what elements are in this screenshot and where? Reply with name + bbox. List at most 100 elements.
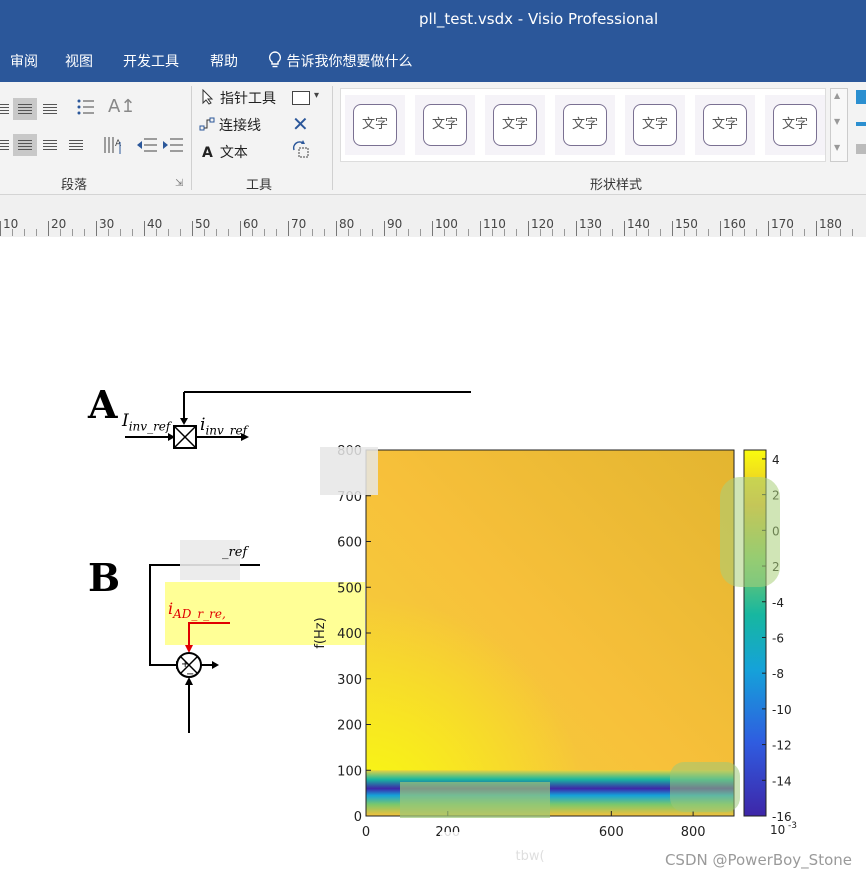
ruler-major-tick <box>816 221 817 236</box>
ruler-minor-tick <box>444 229 445 236</box>
colorbar-tick-label: 4 <box>772 453 780 467</box>
ruler-minor-tick <box>168 229 169 236</box>
menu-view[interactable]: 视图 <box>65 51 93 71</box>
style-swatch[interactable]: 文字 <box>485 95 545 155</box>
font-grow-icon: A↥ <box>108 96 136 117</box>
ruler-minor-tick <box>612 229 613 236</box>
style-swatch-label: 文字 <box>493 104 537 146</box>
close-tool-icon[interactable]: ✕ <box>292 112 309 136</box>
menu-review[interactable]: 审阅 <box>10 51 38 71</box>
colorbar-tick-label: -10 <box>772 703 792 717</box>
y-tick-label: 400 <box>337 627 362 642</box>
ruler-minor-tick <box>588 229 589 236</box>
decrease-indent-button[interactable] <box>135 134 159 156</box>
pointer-icon <box>202 88 214 105</box>
ruler-minor-tick <box>780 229 781 236</box>
x-tick-label: 800 <box>681 825 706 840</box>
panel-label-a: A <box>88 382 118 427</box>
text-direction-button[interactable]: A <box>101 134 125 156</box>
menu-developer[interactable]: 开发工具 <box>123 51 179 71</box>
tell-me-box[interactable]: 告诉我你想要做什么 <box>268 51 412 71</box>
align-top-left-button[interactable] <box>0 98 14 120</box>
ruler-minor-tick <box>264 229 265 236</box>
colorbar-tick-label: -4 <box>772 596 784 610</box>
drawing-canvas[interactable]: A Iinv_ref iinv_ref B + − _ref iAD_r_re, <box>0 237 866 877</box>
scroll-up-icon[interactable]: ▲ <box>834 91 840 100</box>
ruler-major-tick <box>576 221 577 236</box>
svg-text:A: A <box>115 139 122 149</box>
ruler-minor-tick <box>408 229 409 236</box>
font-size-button[interactable]: A↥ <box>108 96 136 118</box>
ruler-major-tick <box>720 221 721 236</box>
panel-label-b: B <box>88 555 121 600</box>
rectangle-tool-button[interactable] <box>292 91 310 105</box>
ruler-minor-tick <box>828 229 829 236</box>
ruler-minor-tick <box>660 229 661 236</box>
ruler-minor-tick <box>204 229 205 236</box>
ribbon-separator <box>191 86 192 190</box>
ruler-label: 80 <box>339 217 355 231</box>
ruler-minor-tick <box>228 229 229 236</box>
align-top-center-button[interactable] <box>13 98 37 120</box>
ruler-major-tick <box>0 221 1 236</box>
y-tick-label: 200 <box>337 719 362 734</box>
tell-me-text: 告诉我你想要做什么 <box>286 54 413 70</box>
text-tool-button[interactable]: A 文本 <box>202 142 248 162</box>
scroll-down-icon[interactable]: ▼ <box>834 117 840 126</box>
dialog-launcher-icon[interactable]: ⇲ <box>175 178 183 189</box>
gallery-scrollbar[interactable]: ▲ ▼ ▼ <box>830 88 848 162</box>
ruler-major-tick <box>336 221 337 236</box>
pointer-tool-button[interactable]: 指针工具 <box>201 88 276 108</box>
ruler-label: 70 <box>291 217 307 231</box>
connection-point-button[interactable] <box>291 140 311 164</box>
ruler-label: 100 <box>435 217 458 231</box>
style-swatch[interactable]: 文字 <box>415 95 475 155</box>
style-swatch[interactable]: 文字 <box>695 95 755 155</box>
text-tool-label: 文本 <box>219 145 248 161</box>
effects-icon[interactable] <box>856 144 866 154</box>
ruler-label: 180 <box>819 217 842 231</box>
menu-bar: 审阅 视图 开发工具 帮助 告诉我你想要做什么 <box>0 36 866 82</box>
a-input-label: Iinv_ref <box>122 411 170 433</box>
align-top-right-button[interactable] <box>38 98 62 120</box>
ruler-minor-tick <box>600 229 601 236</box>
align-center-button[interactable] <box>13 134 37 156</box>
b-ad-sub: AD_r_re, <box>173 607 226 622</box>
style-swatch-label: 文字 <box>423 104 467 146</box>
style-swatch[interactable]: 文字 <box>625 95 685 155</box>
connector-tool-label: 连接线 <box>219 118 261 134</box>
b-ref-label: _ref <box>222 545 248 560</box>
ruler-major-tick <box>528 221 529 236</box>
text-tool-icon: A <box>202 145 213 161</box>
line-color-icon[interactable] <box>856 122 866 126</box>
ruler-minor-tick <box>648 229 649 236</box>
title-bar: pll_test.vsdx - Visio Professional <box>0 0 866 36</box>
align-right-button[interactable] <box>38 134 62 156</box>
a-input-main: I <box>122 411 129 431</box>
ruler-minor-tick <box>360 229 361 236</box>
ruler-minor-tick <box>564 229 565 236</box>
y-tick-label: 500 <box>337 581 362 596</box>
bullet-list-icon <box>77 99 94 115</box>
style-swatch[interactable]: 文字 <box>345 95 405 155</box>
fill-color-icon[interactable] <box>856 90 866 104</box>
style-swatch[interactable]: 文字 <box>555 95 615 155</box>
shape-dropdown-icon[interactable]: ▾ <box>314 90 319 101</box>
align-left-button[interactable] <box>0 134 14 156</box>
bullets-button[interactable] <box>74 96 98 118</box>
style-swatch[interactable]: 文字 <box>765 95 825 155</box>
menu-help[interactable]: 帮助 <box>210 51 238 71</box>
increase-indent-button[interactable] <box>161 134 185 156</box>
a-output-label: iinv_ref <box>200 415 247 437</box>
ruler-minor-tick <box>120 229 121 236</box>
group-label-paragraph: 段落 <box>61 178 88 193</box>
justify-button[interactable] <box>64 134 88 156</box>
ribbon: A↥ A 段落 ⇲ 指针工具 连接线 A 文本 ▾ ✕ 工具 文字 文字 文字 … <box>0 82 866 195</box>
gallery-more-icon[interactable]: ▼ <box>834 143 840 152</box>
ruler-major-tick <box>192 221 193 236</box>
ruler-minor-tick <box>24 229 25 236</box>
ruler-major-tick <box>768 221 769 236</box>
window-title: pll_test.vsdx - Visio Professional <box>419 10 659 28</box>
ruler-minor-tick <box>420 229 421 236</box>
connector-tool-button[interactable]: 连接线 <box>199 115 261 135</box>
